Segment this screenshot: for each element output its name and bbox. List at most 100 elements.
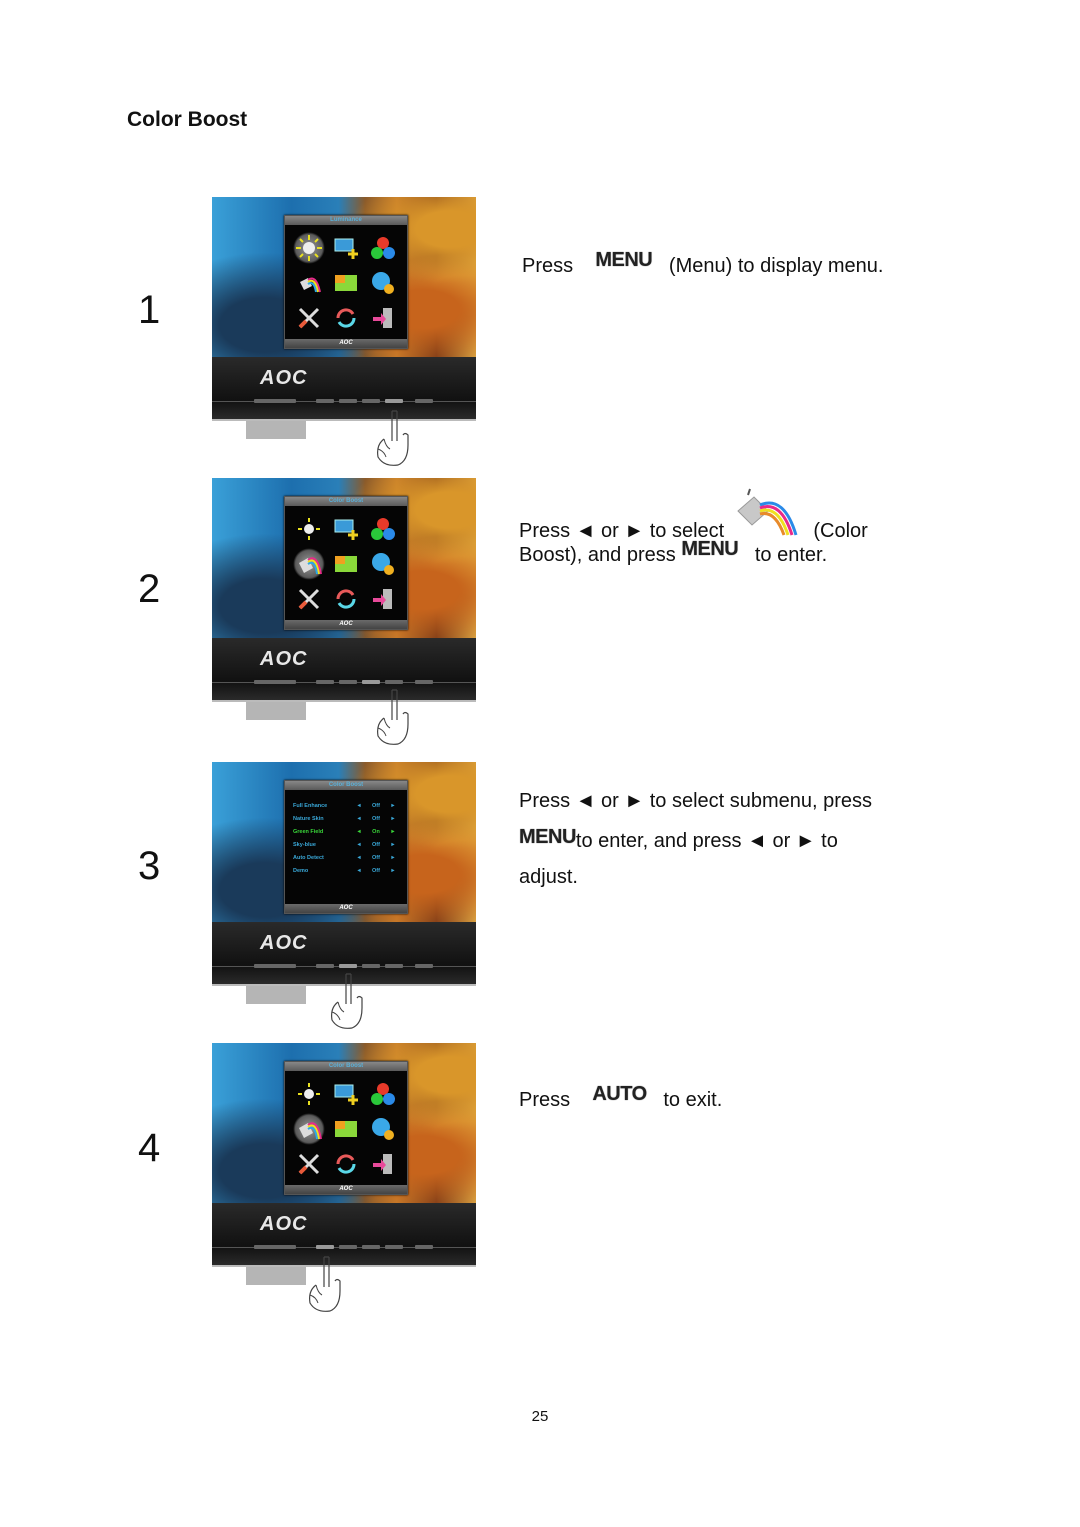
minus-button[interactable] bbox=[339, 964, 357, 968]
menu-button[interactable] bbox=[385, 964, 403, 968]
right-arrow-icon: ► bbox=[390, 841, 396, 848]
exit-icon bbox=[370, 305, 396, 331]
image-setup-icon bbox=[333, 516, 359, 542]
right-arrow-icon: ► bbox=[390, 854, 396, 861]
submenu-item[interactable]: Nature Skin ◄ Off ► bbox=[293, 812, 399, 825]
minus-button[interactable] bbox=[339, 399, 357, 403]
power-button[interactable] bbox=[415, 964, 433, 968]
submenu-item[interactable]: Auto Detect ◄ Off ► bbox=[293, 851, 399, 864]
auto-button[interactable] bbox=[316, 1245, 334, 1249]
monitor-illustration: Luminance AOC AOC bbox=[212, 197, 478, 477]
osd-setup-icon bbox=[370, 1116, 396, 1142]
monitor-stand bbox=[246, 702, 306, 720]
monitor-bezel: AOC bbox=[212, 638, 476, 702]
picture-boost-icon bbox=[333, 551, 359, 577]
monitor-screen: Color Boost AOC bbox=[212, 1043, 476, 1203]
auto-button[interactable] bbox=[316, 399, 334, 403]
left-arrow-icon: ◄ bbox=[356, 802, 362, 809]
osd-main-menu: Luminance AOC bbox=[284, 215, 408, 349]
plus-button[interactable] bbox=[362, 964, 380, 968]
color-temp-icon bbox=[370, 235, 396, 261]
page-number: 25 bbox=[531, 1408, 549, 1425]
left-arrow-icon: ◄ bbox=[356, 841, 362, 848]
step-number: 1 bbox=[138, 288, 161, 332]
osd-main-menu: Color Boost AOC bbox=[284, 1061, 408, 1195]
submenu-item[interactable]: Demo ◄ Off ► bbox=[293, 864, 399, 877]
auto-button[interactable] bbox=[316, 680, 334, 684]
factory-reset-icon bbox=[333, 305, 359, 331]
color-boost-icon bbox=[737, 488, 798, 536]
submenu-item-label: Sky-blue bbox=[293, 841, 316, 848]
osd-footer-logo: AOC bbox=[285, 620, 407, 629]
osd-setup-icon bbox=[370, 551, 396, 577]
osd-footer-logo: AOC bbox=[285, 339, 407, 348]
menu-button[interactable] bbox=[385, 1245, 403, 1249]
pointing-hand-icon bbox=[331, 973, 363, 1029]
submenu-item-label: Nature Skin bbox=[293, 815, 324, 822]
step-number: 3 bbox=[138, 844, 161, 888]
monitor-illustration: Color Boost Full Enhance ◄ Off ► Nature Skin… bbox=[212, 762, 478, 1042]
osd-footer-logo: AOC bbox=[285, 1185, 407, 1194]
menu-button[interactable] bbox=[385, 399, 403, 403]
aoc-logo: AOC bbox=[260, 1213, 308, 1235]
plus-button[interactable] bbox=[362, 399, 380, 403]
power-button[interactable] bbox=[415, 680, 433, 684]
pointing-hand-icon bbox=[377, 410, 409, 466]
submenu-item-value: Off bbox=[372, 841, 380, 848]
factory-reset-icon bbox=[333, 1151, 359, 1177]
monitor-screen: Color Boost AOC bbox=[212, 478, 476, 638]
plus-button[interactable] bbox=[362, 1245, 380, 1249]
power-led-strip bbox=[254, 1245, 296, 1249]
plus-button[interactable] bbox=[362, 680, 380, 684]
power-button[interactable] bbox=[415, 1245, 433, 1249]
minus-button[interactable] bbox=[339, 680, 357, 684]
power-button[interactable] bbox=[415, 399, 433, 403]
step-3-instruction: Press ◄ or ► to select submenu, press ME… bbox=[519, 790, 873, 888]
factory-reset-icon bbox=[333, 586, 359, 612]
color-boost-icon bbox=[296, 270, 322, 296]
minus-button[interactable] bbox=[339, 1245, 357, 1249]
menu-button[interactable] bbox=[385, 680, 403, 684]
submenu-item-value: Off bbox=[372, 854, 380, 861]
right-arrow-icon: ► bbox=[390, 828, 396, 835]
monitor-screen: Luminance AOC bbox=[212, 197, 476, 357]
aoc-logo: AOC bbox=[260, 367, 308, 389]
submenu-item-label: Full Enhance bbox=[293, 802, 328, 809]
color-boost-icon bbox=[293, 1112, 326, 1145]
power-led-strip bbox=[254, 964, 296, 968]
step-2-instruction: Press ◄ or ► to select (Color Boost), an… bbox=[519, 488, 868, 575]
auto-key-label: AUTO bbox=[592, 1083, 647, 1105]
color-temp-icon bbox=[370, 1081, 396, 1107]
osd-title: Color Boost bbox=[285, 1062, 407, 1071]
osd-title: Color Boost bbox=[285, 497, 407, 506]
left-arrow-icon: ◄ bbox=[356, 867, 362, 874]
osd-main-menu: Color Boost AOC bbox=[284, 496, 408, 630]
monitor-screen: Color Boost Full Enhance ◄ Off ► Nature Skin… bbox=[212, 762, 476, 922]
image-setup-icon bbox=[333, 1081, 359, 1107]
menu-key-label: MENU bbox=[519, 826, 576, 848]
extra-icon bbox=[296, 305, 322, 331]
luminance-icon bbox=[296, 516, 322, 542]
luminance-icon bbox=[293, 231, 326, 264]
auto-button[interactable] bbox=[316, 964, 334, 968]
osd-title: Color Boost bbox=[285, 781, 407, 790]
monitor-bezel: AOC bbox=[212, 357, 476, 421]
submenu-item[interactable]: Sky-blue ◄ Off ► bbox=[293, 838, 399, 851]
pointing-hand-icon bbox=[377, 689, 409, 745]
submenu-item-value: On bbox=[372, 828, 380, 835]
right-arrow-icon: ► bbox=[390, 815, 396, 822]
monitor-illustration: Color Boost AOC AOC bbox=[212, 478, 478, 758]
menu-key-label: MENU bbox=[595, 249, 653, 271]
osd-setup-icon bbox=[370, 270, 396, 296]
step-1-instruction: Press MENU (Menu) to display menu. bbox=[522, 246, 883, 286]
submenu-item[interactable]: Green Field ◄ On ► bbox=[293, 825, 399, 838]
right-arrow-icon: ► bbox=[390, 867, 396, 874]
submenu-item[interactable]: Full Enhance ◄ Off ► bbox=[293, 799, 399, 812]
color-temp-icon bbox=[370, 516, 396, 542]
submenu-item-label: Auto Detect bbox=[293, 854, 324, 861]
aoc-logo: AOC bbox=[260, 932, 308, 954]
extra-icon bbox=[296, 1151, 322, 1177]
submenu-item-value: Off bbox=[372, 802, 380, 809]
exit-icon bbox=[370, 1151, 396, 1177]
exit-icon bbox=[370, 586, 396, 612]
